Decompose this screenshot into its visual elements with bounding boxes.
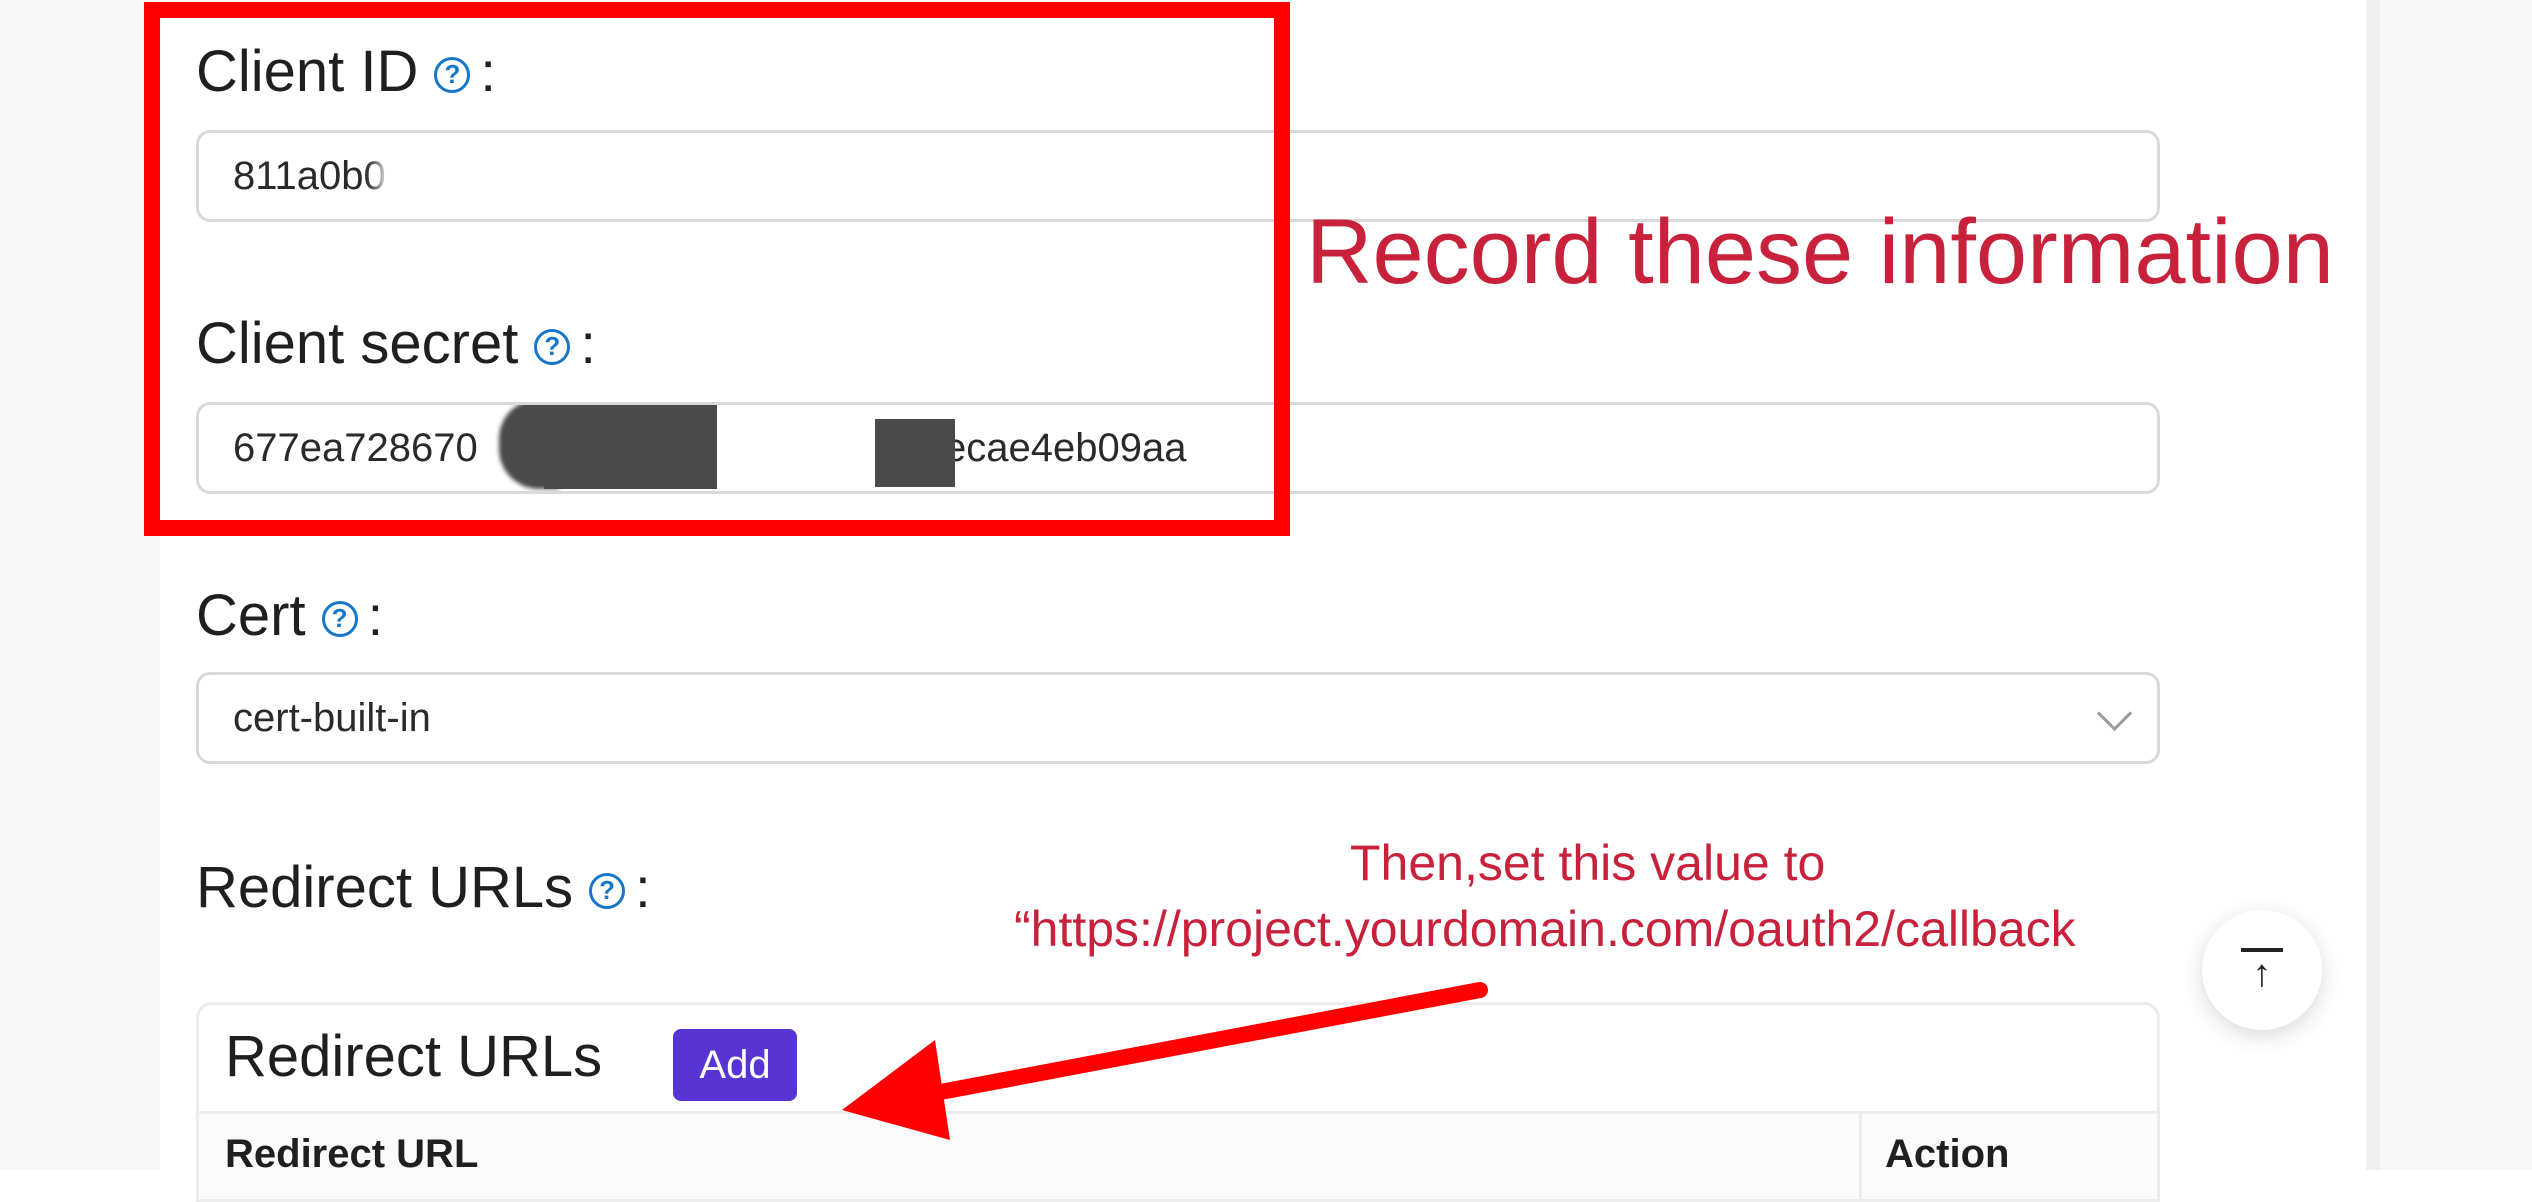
vertical-align-top-icon xyxy=(2241,948,2283,952)
column-header-redirect-url: Redirect URL xyxy=(225,1132,479,1176)
cert-label: Cert ? : xyxy=(196,583,384,648)
redaction-mark xyxy=(544,405,717,489)
page-divider-right xyxy=(2366,0,2380,1170)
client-secret-label: Client secret ? : xyxy=(196,311,596,376)
client-secret-input[interactable]: 677ea728670 ecae4eb09aa xyxy=(196,402,2160,494)
client-secret-value-end: ecae4eb09aa xyxy=(944,425,1187,470)
question-circle-icon[interactable]: ? xyxy=(534,328,571,365)
annotation-then-note: Then,set this value to xyxy=(1350,835,1826,891)
redirect-urls-label: Redirect URLs ? : xyxy=(196,855,651,920)
chevron-down-icon xyxy=(2096,695,2133,732)
question-circle-icon[interactable]: ? xyxy=(321,600,358,637)
cert-selected-value: cert-built-in xyxy=(233,695,431,740)
client-id-value: 811a0b0 xyxy=(233,153,386,198)
redaction-mark xyxy=(875,419,955,487)
annotation-record-note: Record these information xyxy=(1306,201,2334,303)
client-id-label: Client ID ? : xyxy=(196,39,496,104)
back-to-top-button[interactable]: ↑ xyxy=(2202,910,2322,1030)
arrow-up-icon: ↑ xyxy=(2252,953,2272,995)
redirect-urls-table: Redirect URLs Add Redirect URL Action xyxy=(196,1002,2160,1202)
question-circle-icon[interactable]: ? xyxy=(434,56,471,93)
column-header-action: Action xyxy=(1885,1132,2010,1176)
redirect-urls-table-title: Redirect URLs xyxy=(225,1024,603,1089)
client-secret-value-start: 677ea728670 xyxy=(233,425,478,470)
table-header: Redirect URL Action xyxy=(199,1111,2157,1199)
column-divider xyxy=(1859,1114,1862,1199)
question-circle-icon[interactable]: ? xyxy=(589,872,626,909)
annotation-callback-url-note: “https://project.yourdomain.com/oauth2/c… xyxy=(1014,901,2076,957)
redaction-blur xyxy=(379,139,939,219)
add-redirect-url-button[interactable]: Add xyxy=(673,1029,797,1101)
redaction-blur xyxy=(717,405,875,491)
page-gutter-right xyxy=(2380,0,2532,1170)
cert-select[interactable]: cert-built-in xyxy=(196,672,2160,764)
page-gutter-left xyxy=(0,0,160,1170)
